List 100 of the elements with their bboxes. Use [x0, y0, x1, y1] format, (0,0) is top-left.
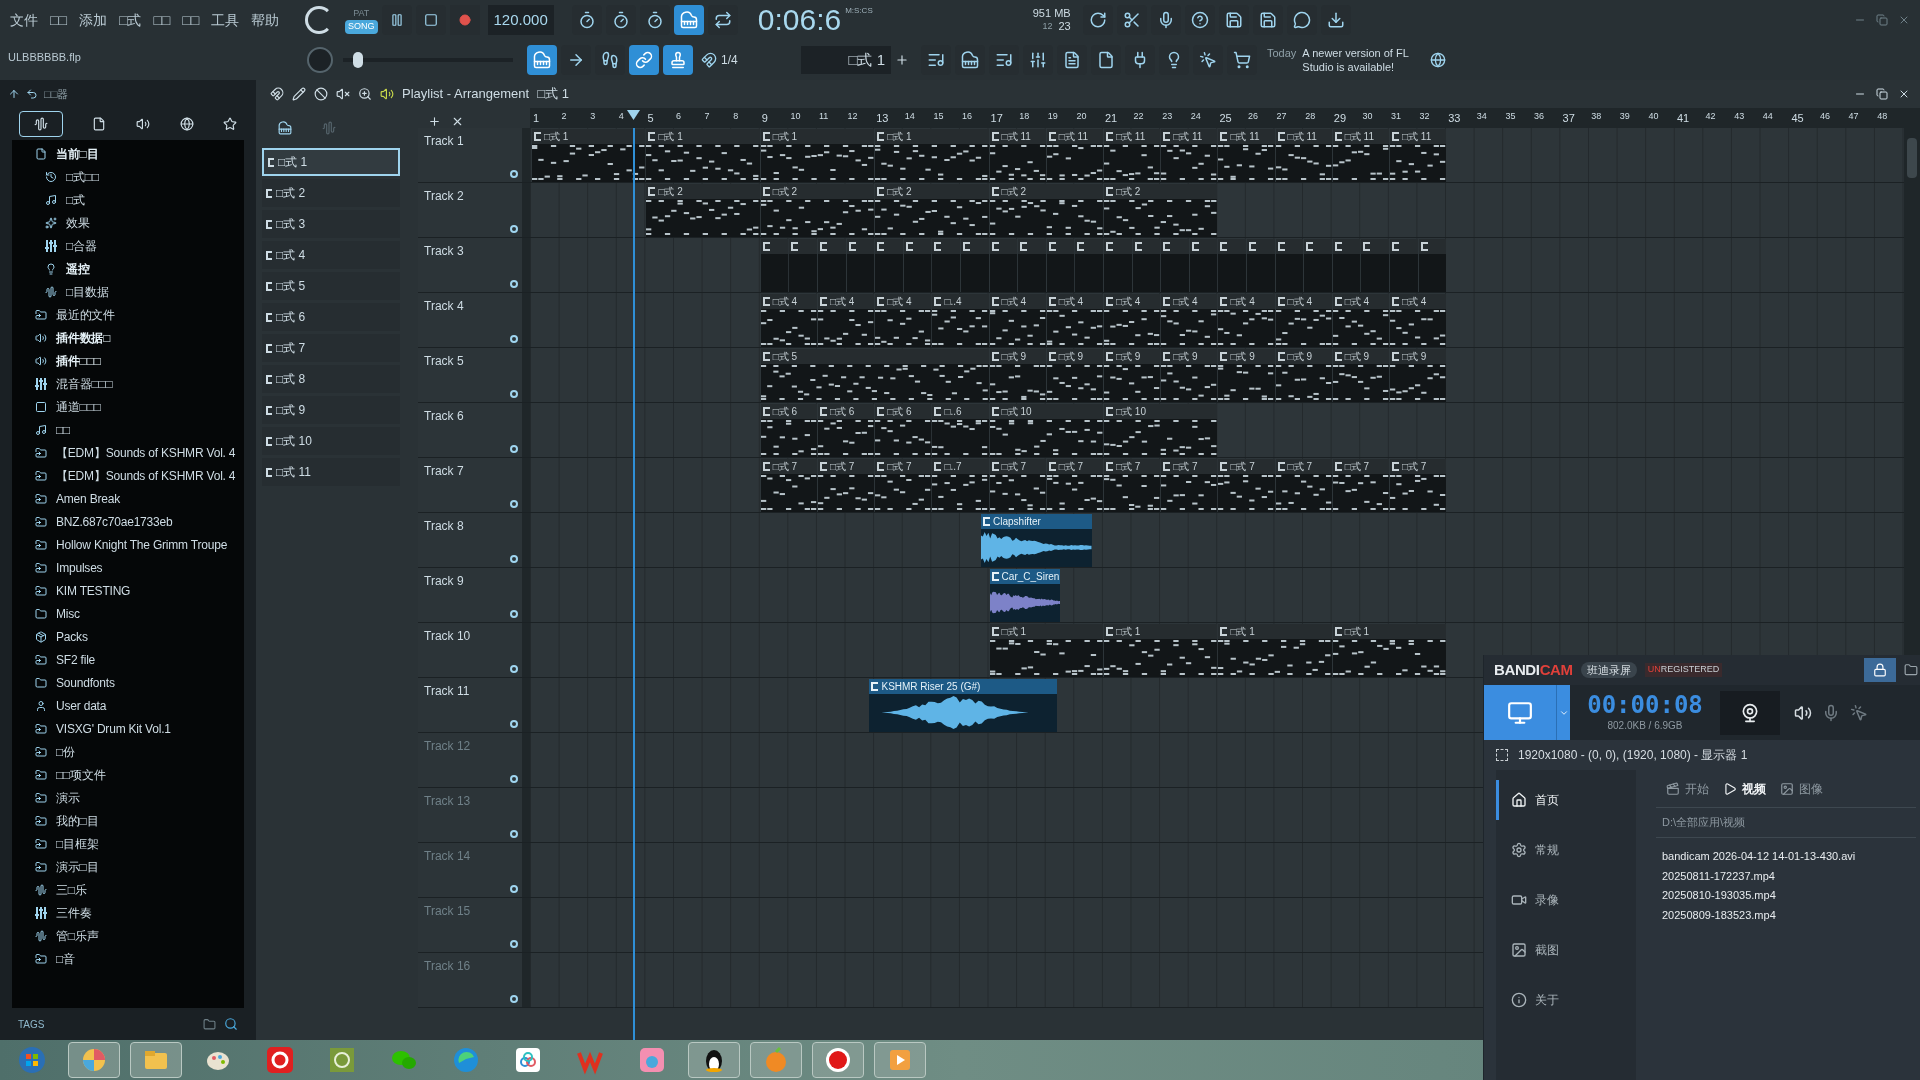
pattern-clip[interactable]: □式 1: [989, 624, 1103, 677]
pattern-clip[interactable]: □式 7: [760, 459, 817, 512]
browser-item[interactable]: □□项文件: [12, 763, 244, 786]
pattern-clip[interactable]: □式 9: [989, 349, 1046, 402]
pattern-clip[interactable]: □式 11: [1332, 129, 1389, 182]
recording-file-item[interactable]: 20250811-172237.mp4: [1662, 867, 1916, 884]
browser-item[interactable]: Amen Break: [12, 487, 244, 510]
browser-item[interactable]: 混音器□□□: [12, 372, 244, 395]
pattern-list-item[interactable]: □式 2: [262, 179, 400, 207]
pattern-clip[interactable]: □式 11: [1275, 129, 1332, 182]
pattern-clip[interactable]: □式 4: [1332, 294, 1389, 347]
audio-clip[interactable]: KSHMR Riser 25 (G#): [869, 679, 1058, 732]
recorder-nav-item[interactable]: 关于: [1496, 980, 1636, 1020]
pattern-clip[interactable]: □式 9: [1390, 349, 1447, 402]
recording-file-item[interactable]: 20250810-193035.mp4: [1662, 887, 1916, 904]
browser-item[interactable]: □目数据: [12, 280, 244, 303]
timeline-ruler[interactable]: 1 2 3 4 5 6 7 8 9 10 11 12 13 14 15 16 17 18 19 20 21 22 23 24 25 26 27 28 29 30 31 32 33 34 35 36 37 38 39 40 41 42 43 44 45 46 47 48: [530, 108, 1904, 128]
pattern-clip[interactable]: □式 2: [646, 184, 760, 237]
browser-item[interactable]: 最近的文件: [12, 303, 244, 326]
pattern-clip[interactable]: □式 1: [1218, 624, 1332, 677]
recorder-nav-item[interactable]: 录像: [1496, 880, 1636, 920]
browser-item[interactable]: 三件奏: [12, 901, 244, 924]
pattern-list-item[interactable]: □式 10: [262, 427, 400, 455]
snap-selector[interactable]: 1/4: [721, 51, 791, 69]
browser-item[interactable]: Soundfonts: [12, 671, 244, 694]
menu-item[interactable]: 添加: [78, 9, 107, 31]
pattern-clip[interactable]: □式 4: [1218, 294, 1275, 347]
recorder-nav-item[interactable]: 常规: [1496, 830, 1636, 870]
breadcrumb-pattern[interactable]: □式 1: [537, 84, 569, 104]
pattern-clip[interactable]: □式 11: [1104, 129, 1161, 182]
menu-item[interactable]: 帮助: [251, 9, 280, 31]
pattern-clip[interactable]: □式 5: [760, 349, 989, 402]
pattern-clip[interactable]: □式 7: [1332, 459, 1389, 512]
browser-item[interactable]: Misc: [12, 602, 244, 625]
pattern-list-item[interactable]: □式 5: [262, 272, 400, 300]
pattern-clip[interactable]: □式 2: [1104, 184, 1218, 237]
pattern-list-item[interactable]: □式 4: [262, 241, 400, 269]
pattern-clip[interactable]: □式 11: [1390, 129, 1447, 182]
browser-item[interactable]: □音: [12, 947, 244, 970]
browser-item[interactable]: BNZ.687c70ae1733eb: [12, 510, 244, 533]
pattern-clip[interactable]: □式 7: [1161, 459, 1218, 512]
pattern-clip[interactable]: □式 6: [818, 404, 875, 457]
pattern-clip[interactable]: □式 7: [989, 459, 1046, 512]
pattern-clip[interactable]: □式 4: [1390, 294, 1447, 347]
menu-item[interactable]: □□: [153, 9, 171, 31]
recorder-tab[interactable]: 开始: [1666, 779, 1709, 798]
pattern-clip[interactable]: □式 6: [875, 404, 932, 457]
pattern-clip[interactable]: □式 7: [1390, 459, 1447, 512]
pattern-clip[interactable]: □式 4: [1046, 294, 1103, 347]
browser-item[interactable]: 演示□目: [12, 855, 244, 878]
pattern-clip[interactable]: □式 9: [1161, 349, 1218, 402]
browser-item[interactable]: 管□乐声: [12, 924, 244, 947]
pattern-clip[interactable]: □式 6: [760, 404, 817, 457]
audio-clip[interactable]: Clapshifter: [981, 514, 1092, 567]
pattern-clip[interactable]: □式 1: [646, 129, 760, 182]
pattern-clip[interactable]: □式 4: [875, 294, 932, 347]
browser-item[interactable]: □式□□: [12, 165, 244, 188]
pattern-clip[interactable]: □式 9: [1218, 349, 1275, 402]
browser-item[interactable]: □目框架: [12, 832, 244, 855]
menu-item[interactable]: □□: [50, 9, 67, 31]
pattern-clip[interactable]: □式 11: [1218, 129, 1275, 182]
pattern-list-item[interactable]: □式 7: [262, 334, 400, 362]
browser-item[interactable]: User data: [12, 694, 244, 717]
browser-item[interactable]: Hollow Knight The Grimm Troupe: [12, 533, 244, 556]
pattern-mode-toggle[interactable]: PAT: [350, 6, 373, 20]
pattern-clip[interactable]: □式 4: [989, 294, 1046, 347]
pattern-clip[interactable]: □式 7: [1218, 459, 1275, 512]
browser-item[interactable]: 效果: [12, 211, 244, 234]
browser-item[interactable]: □式: [12, 188, 244, 211]
pattern-clip[interactable]: □式 10: [989, 404, 1103, 457]
audio-clip[interactable]: Car_C_Siren: [989, 569, 1061, 622]
pattern-clip[interactable]: □式 7: [1046, 459, 1103, 512]
pattern-clip[interactable]: □式 4: [1161, 294, 1218, 347]
browser-item[interactable]: Impulses: [12, 556, 244, 579]
browser-item[interactable]: KIM TESTING: [12, 579, 244, 602]
browser-item[interactable]: Packs: [12, 625, 244, 648]
pattern-clip[interactable]: □..4: [932, 294, 989, 347]
pattern-clip[interactable]: □式 1: [1104, 624, 1218, 677]
pattern-clip[interactable]: □式 10: [1104, 404, 1218, 457]
pattern-list-item[interactable]: □式 1: [262, 148, 400, 176]
browser-item[interactable]: □□: [12, 418, 244, 441]
news-message[interactable]: A newer version of FL Studio is available!: [1302, 46, 1423, 74]
pattern-selector[interactable]: □式 1: [801, 45, 891, 75]
browser-item[interactable]: 【EDM】Sounds of KSHMR Vol. 4: [12, 441, 244, 464]
browser-item[interactable]: SF2 file: [12, 648, 244, 671]
pattern-clip[interactable]: □式 11: [989, 129, 1046, 182]
pattern-clip[interactable]: □式 4: [760, 294, 817, 347]
browser-item[interactable]: 演示: [12, 786, 244, 809]
recorder-nav-item[interactable]: 首页: [1496, 780, 1636, 820]
menu-item[interactable]: 文件: [10, 9, 38, 31]
pattern-clip[interactable]: □式 7: [818, 459, 875, 512]
browser-item[interactable]: 【EDM】Sounds of KSHMR Vol. 4: [12, 464, 244, 487]
browser-item[interactable]: VISXG' Drum Kit Vol.1: [12, 717, 244, 740]
menu-item[interactable]: □□: [182, 9, 200, 31]
pattern-clip[interactable]: □式 9: [1332, 349, 1389, 402]
browser-item[interactable]: 插件□□□: [12, 349, 244, 372]
recorder-tab[interactable]: 视频: [1723, 779, 1766, 798]
pattern-clip[interactable]: □式 9: [1275, 349, 1332, 402]
browser-item[interactable]: 通道□□□: [12, 395, 244, 418]
browser-item[interactable]: 遥控: [12, 257, 244, 280]
